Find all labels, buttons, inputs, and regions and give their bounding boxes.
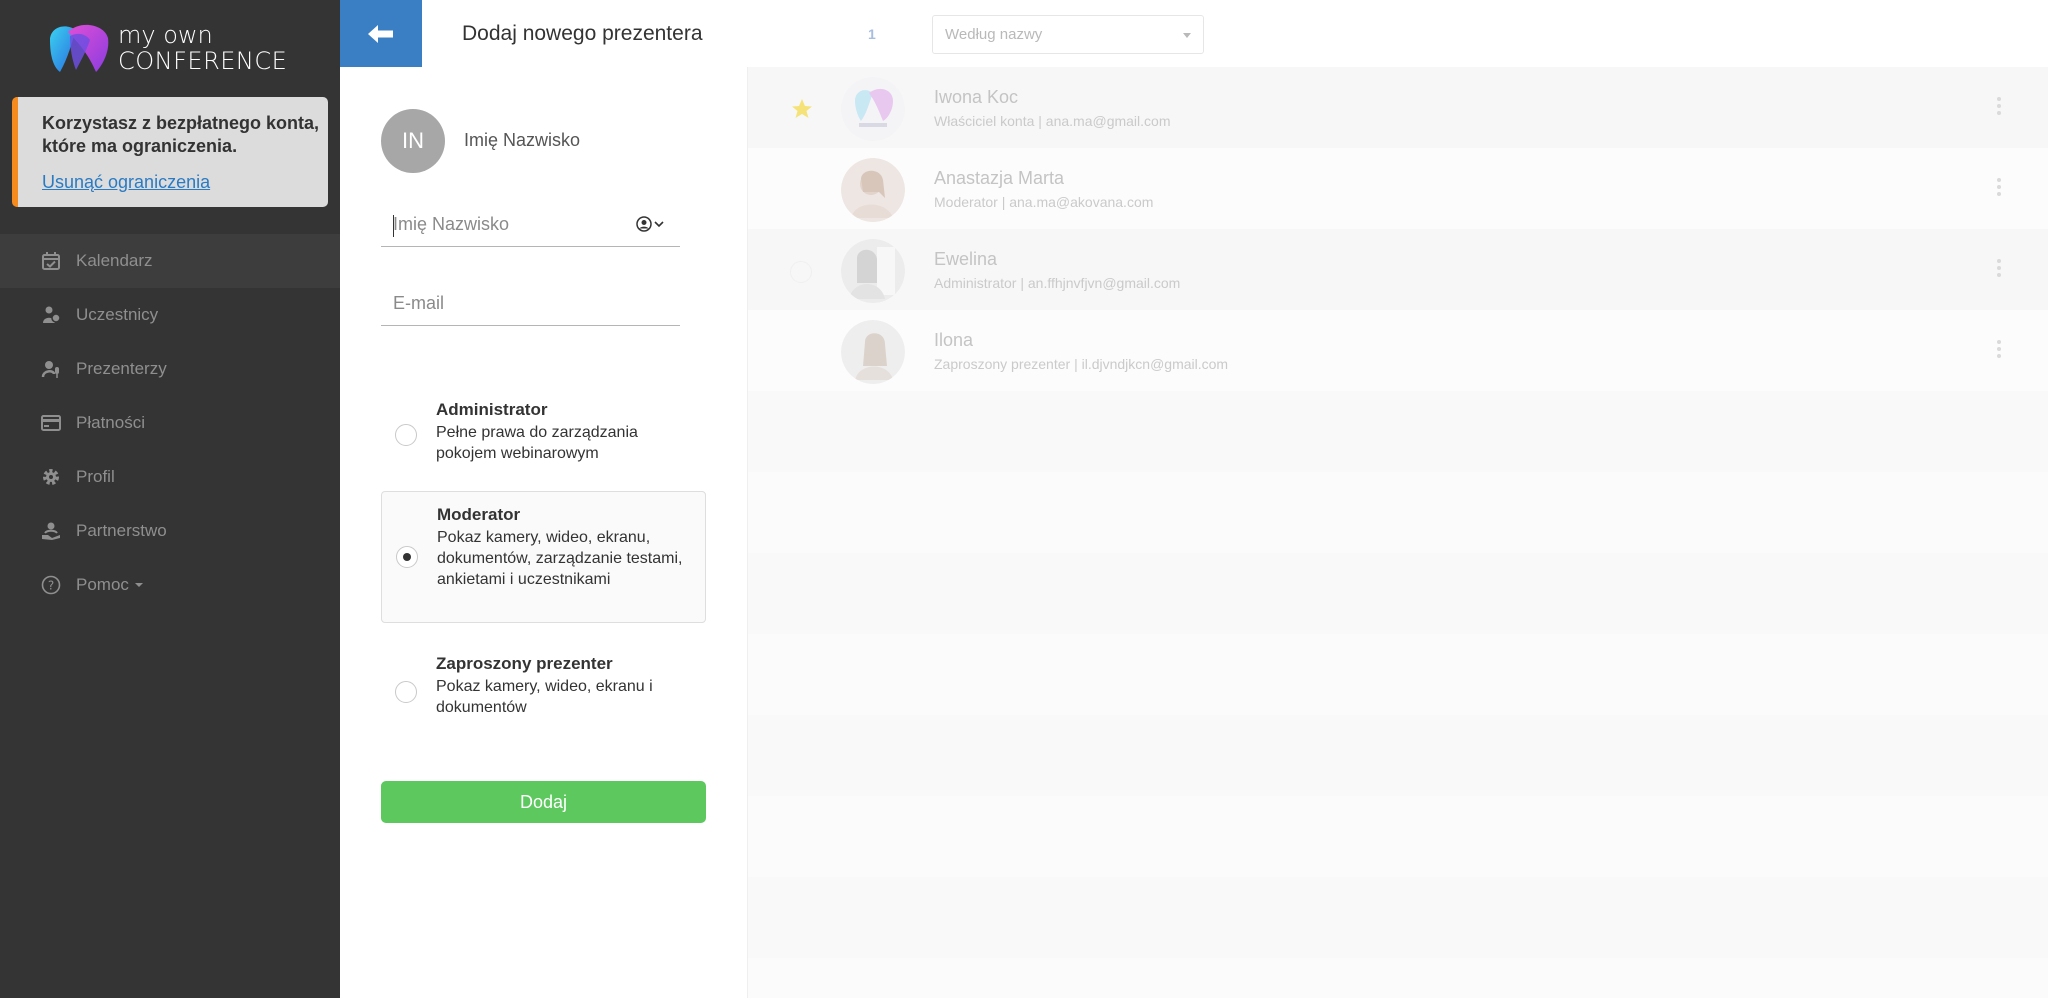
sidebar: my own CONFERENCE Korzystasz z bezpłatne… [0, 0, 340, 998]
text-cursor [393, 215, 394, 237]
sidebar-item-pomoc[interactable]: ? Pomoc [0, 558, 340, 612]
chevron-down-icon [1183, 33, 1191, 38]
presenter-name: Ewelina [934, 249, 998, 269]
sidebar-item-kalendarz[interactable]: Kalendarz [0, 234, 340, 288]
presenter-details: Właściciel konta | ana.ma@gmail.com [934, 113, 1171, 129]
sidebar-item-label: Prezenterzy [76, 359, 167, 378]
chevron-down-icon [654, 221, 664, 228]
sidebar-item-uczestnicy[interactable]: Uczestnicy [0, 288, 340, 342]
partnership-icon [40, 520, 62, 542]
remove-limits-link[interactable]: Usunąć ograniczenia [42, 172, 210, 193]
email-input[interactable] [381, 282, 680, 325]
contact-picker-button[interactable] [636, 216, 664, 232]
sidebar-item-label: Partnerstwo [76, 521, 167, 540]
role-radio[interactable] [395, 681, 417, 703]
avatar [841, 239, 905, 303]
brand-logo[interactable]: my own CONFERENCE [46, 20, 306, 76]
user-circle-icon [636, 216, 652, 232]
role-option-invited-presenter[interactable]: Zaproszony prezenter Pokaz kamery, wideo… [381, 645, 706, 725]
more-options-icon[interactable] [1997, 340, 2001, 358]
sidebar-item-label: Pomoc [76, 575, 129, 594]
name-field [381, 203, 680, 247]
presenter-details: Moderator | ana.ma@akovana.com [934, 194, 1154, 210]
chevron-down-icon [134, 583, 143, 587]
empty-row [748, 715, 2048, 796]
list-item[interactable]: Anastazja Marta Moderator | ana.ma@akova… [748, 148, 2048, 229]
free-account-notice: Korzystasz z bezpłatnego konta, które ma… [12, 97, 328, 207]
sidebar-item-label: Profil [76, 467, 115, 486]
avatar [841, 158, 905, 222]
star-icon[interactable] [790, 97, 814, 121]
participants-icon [40, 304, 62, 326]
brand-line2: CONFERENCE [118, 47, 288, 75]
empty-row [748, 391, 2048, 472]
avatar [841, 77, 905, 141]
list-item[interactable]: Ilona Zaproszony prezenter | il.djvndjkc… [748, 310, 2048, 391]
presenter-name: Iwona Koc [934, 87, 1019, 107]
more-options-icon[interactable] [1997, 178, 2001, 196]
presenter-count: 1 [868, 26, 876, 42]
svg-text:?: ? [48, 579, 54, 593]
sort-select[interactable]: Według nazwy [932, 15, 1204, 54]
credit-card-icon [40, 412, 62, 434]
role-option-administrator[interactable]: Administrator Pełne prawa do zarządzania… [381, 391, 706, 463]
email-field [381, 282, 680, 326]
preview-name: Imię Nazwisko [464, 130, 581, 150]
add-presenter-form: IN Imię Nazwisko Administrator Pełne pra… [340, 67, 747, 998]
calendar-icon [40, 250, 62, 272]
microphone-icon [40, 358, 62, 380]
page-title: Dodaj nowego prezentera [462, 22, 703, 45]
sort-select-value: Według nazwy [945, 26, 1043, 43]
presenter-details: Zaproszony prezenter | il.djvndjkcn@gmai… [934, 356, 1229, 372]
more-options-icon[interactable] [1997, 97, 2001, 115]
help-icon: ? [40, 574, 62, 596]
notice-text: Korzystasz z bezpłatnego konta, które ma… [42, 113, 320, 156]
role-description: Pełne prawa do zarządzania pokojem webin… [436, 424, 638, 462]
presenter-list: Iwona Koc Właściciel konta | ana.ma@gmai… [747, 67, 2048, 998]
avatar-preview: IN [381, 109, 445, 173]
presenter-name: Anastazja Marta [934, 168, 1065, 188]
role-description: Pokaz kamery, wideo, ekranu i dokumentów [436, 678, 653, 716]
role-description: Pokaz kamery, wideo, ekranu, dokumentów,… [437, 529, 683, 588]
empty-row [748, 877, 2048, 958]
avatar [841, 320, 905, 384]
role-radio-selected[interactable] [396, 546, 418, 568]
add-presenter-button[interactable]: Dodaj [381, 781, 706, 823]
role-title: Moderator [437, 505, 521, 524]
back-button[interactable] [340, 0, 422, 67]
role-radio[interactable] [395, 424, 417, 446]
sidebar-item-label: Kalendarz [76, 251, 153, 270]
row-select-checkbox[interactable] [790, 261, 812, 283]
arrow-left-icon [368, 24, 393, 43]
sidebar-menu: Kalendarz Uczestnicy Prezenterzy Płatnoś… [0, 234, 340, 612]
sidebar-item-label: Uczestnicy [76, 305, 159, 324]
gear-icon [40, 466, 62, 488]
presenter-name: Ilona [934, 330, 974, 350]
brand-line1: my own [118, 21, 213, 49]
more-options-icon[interactable] [1997, 259, 2001, 277]
sidebar-item-platnosci[interactable]: Płatności [0, 396, 340, 450]
brand-logo-icon [50, 24, 109, 73]
sidebar-item-partnerstwo[interactable]: Partnerstwo [0, 504, 340, 558]
role-title: Administrator [436, 400, 548, 419]
list-item[interactable]: Iwona Koc Właściciel konta | ana.ma@gmai… [748, 67, 2048, 148]
list-item[interactable]: Ewelina Administrator | an.ffhjnvfjvn@gm… [748, 229, 2048, 310]
sidebar-item-profil[interactable]: Profil [0, 450, 340, 504]
sidebar-item-label: Płatności [76, 413, 145, 432]
sidebar-item-prezenterzy[interactable]: Prezenterzy [0, 342, 340, 396]
role-title: Zaproszony prezenter [436, 654, 613, 673]
presenter-details: Administrator | an.ffhjnvfjvn@gmail.com [934, 275, 1181, 291]
empty-row [748, 553, 2048, 634]
role-option-moderator[interactable]: Moderator Pokaz kamery, wideo, ekranu, d… [381, 491, 706, 623]
